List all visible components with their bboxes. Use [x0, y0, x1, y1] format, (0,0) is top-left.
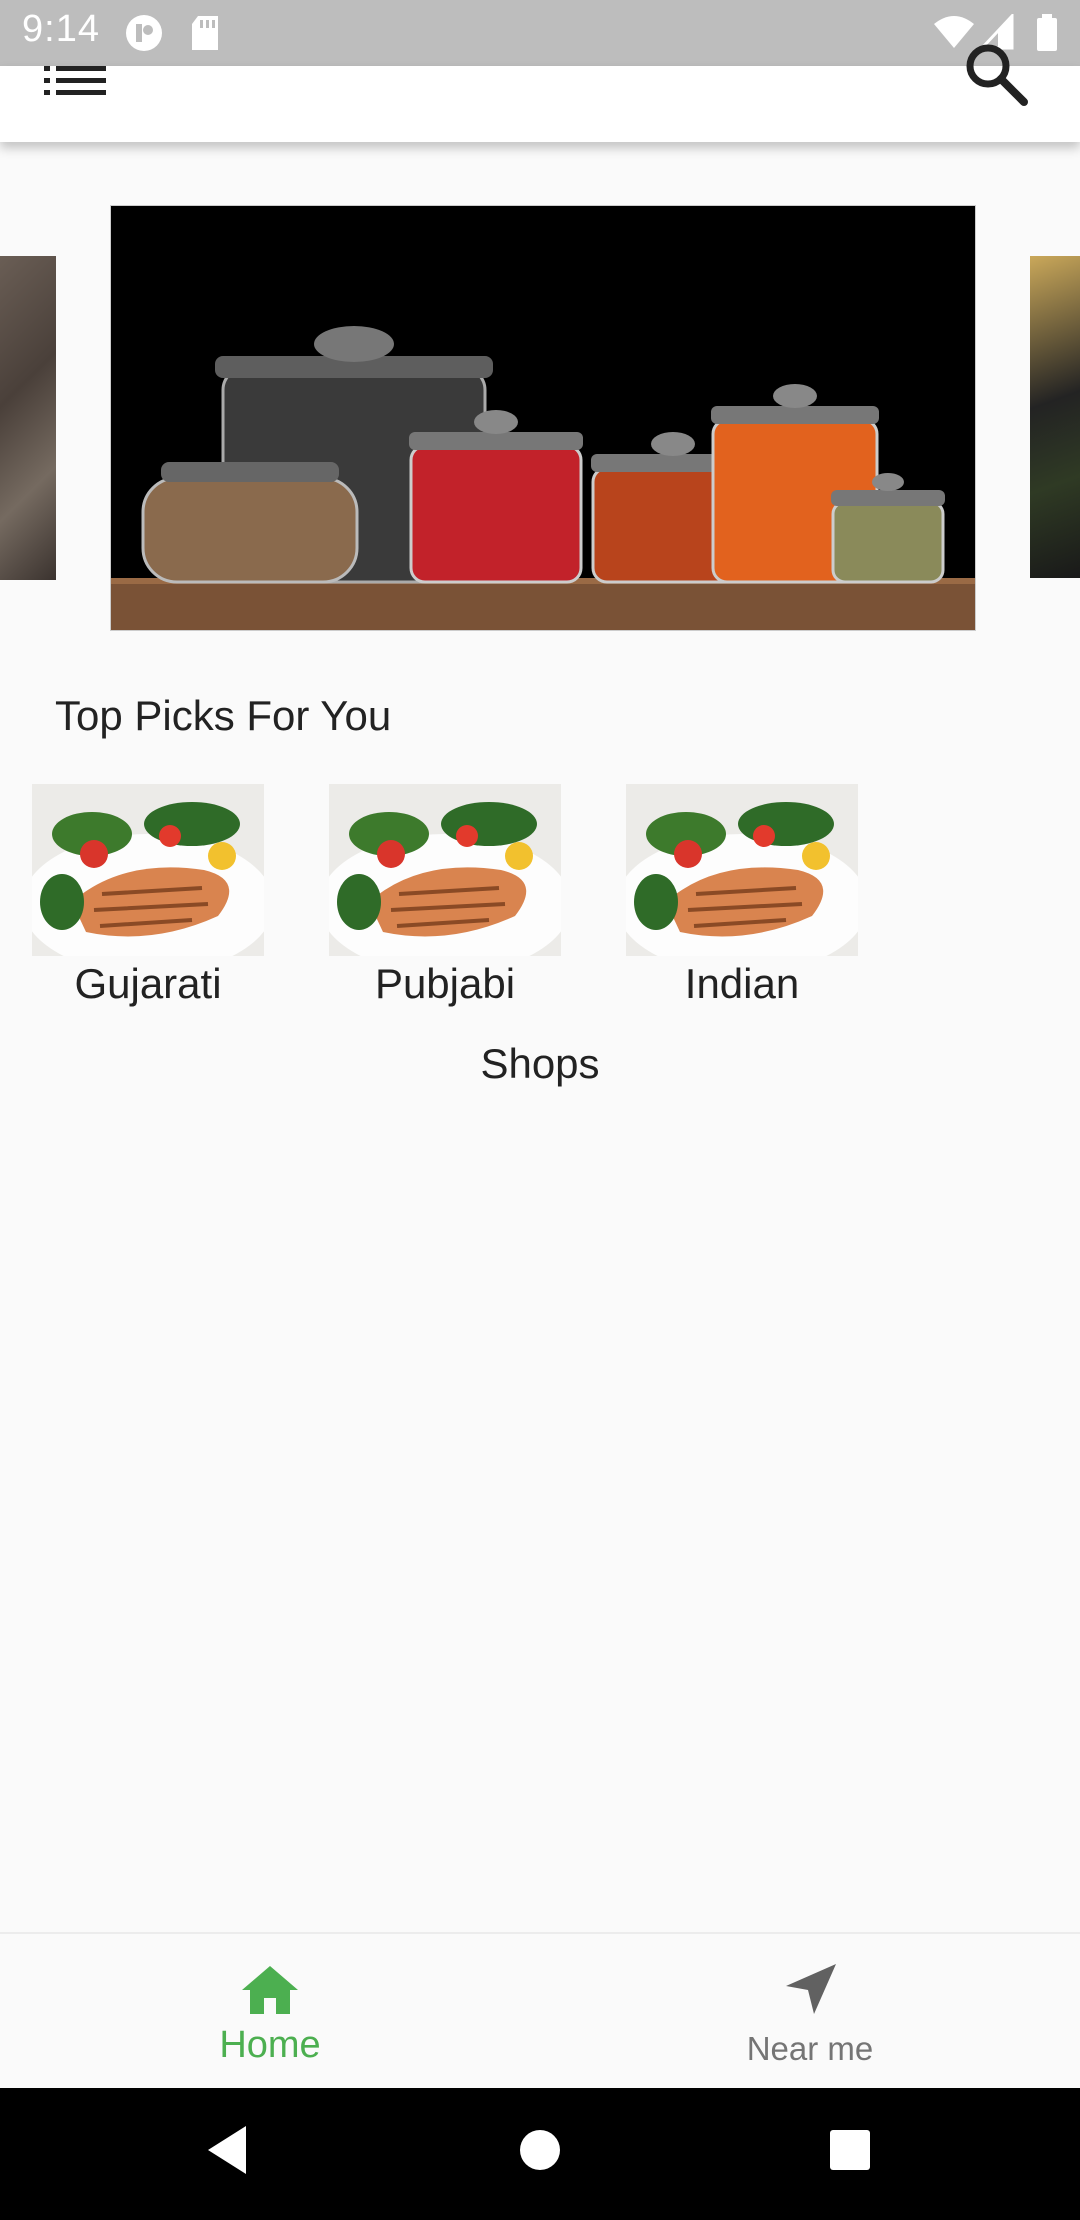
- stone-texture-photo[interactable]: [0, 256, 56, 580]
- app-bar: [0, 66, 1080, 142]
- pick-label: Indian: [684, 960, 800, 1007]
- pick-item-indian[interactable]: Indian: [626, 784, 858, 1008]
- status-bar: 9:14: [0, 0, 1080, 66]
- notification-icon: [126, 15, 162, 51]
- bottom-navigation: Home Near me: [0, 1932, 1080, 2088]
- home-icon: [242, 1966, 298, 2014]
- pick-label: Gujarati: [74, 960, 222, 1007]
- battery-icon: [1037, 14, 1057, 51]
- pick-item-pubjabi[interactable]: Pubjabi: [329, 784, 561, 1008]
- nav-home-label: Home: [219, 2024, 321, 2066]
- grilled-salmon-photo: [626, 784, 858, 956]
- nav-near-me[interactable]: Near me: [540, 1934, 1080, 2090]
- system-navigation-bar: [0, 2088, 1080, 2220]
- banner-carousel[interactable]: [0, 200, 1080, 640]
- status-time: 9:14: [22, 8, 100, 50]
- sushi-plate-photo[interactable]: [1030, 256, 1080, 578]
- pick-label: Pubjabi: [374, 960, 516, 1007]
- grilled-salmon-photo: [32, 784, 264, 956]
- back-icon[interactable]: [204, 2122, 252, 2178]
- shops-title: Shops: [480, 1040, 600, 1087]
- list-icon[interactable]: [44, 66, 106, 96]
- navigation-arrow-icon: [786, 1964, 836, 2014]
- sd-card-icon: [192, 16, 218, 50]
- home-circle-icon[interactable]: [518, 2122, 562, 2178]
- spice-jars-photo[interactable]: [110, 205, 976, 631]
- top-picks-title: Top Picks For You: [55, 692, 392, 739]
- search-icon[interactable]: [960, 38, 1030, 108]
- nav-home[interactable]: Home: [0, 1934, 540, 2090]
- pick-item-gujarati[interactable]: Gujarati: [32, 784, 264, 1008]
- nav-near-me-label: Near me: [746, 2030, 874, 2067]
- grilled-salmon-photo: [329, 784, 561, 956]
- top-picks-list: Gujarati Pubjabi Indian: [0, 784, 1080, 1014]
- recents-icon[interactable]: [828, 2122, 872, 2178]
